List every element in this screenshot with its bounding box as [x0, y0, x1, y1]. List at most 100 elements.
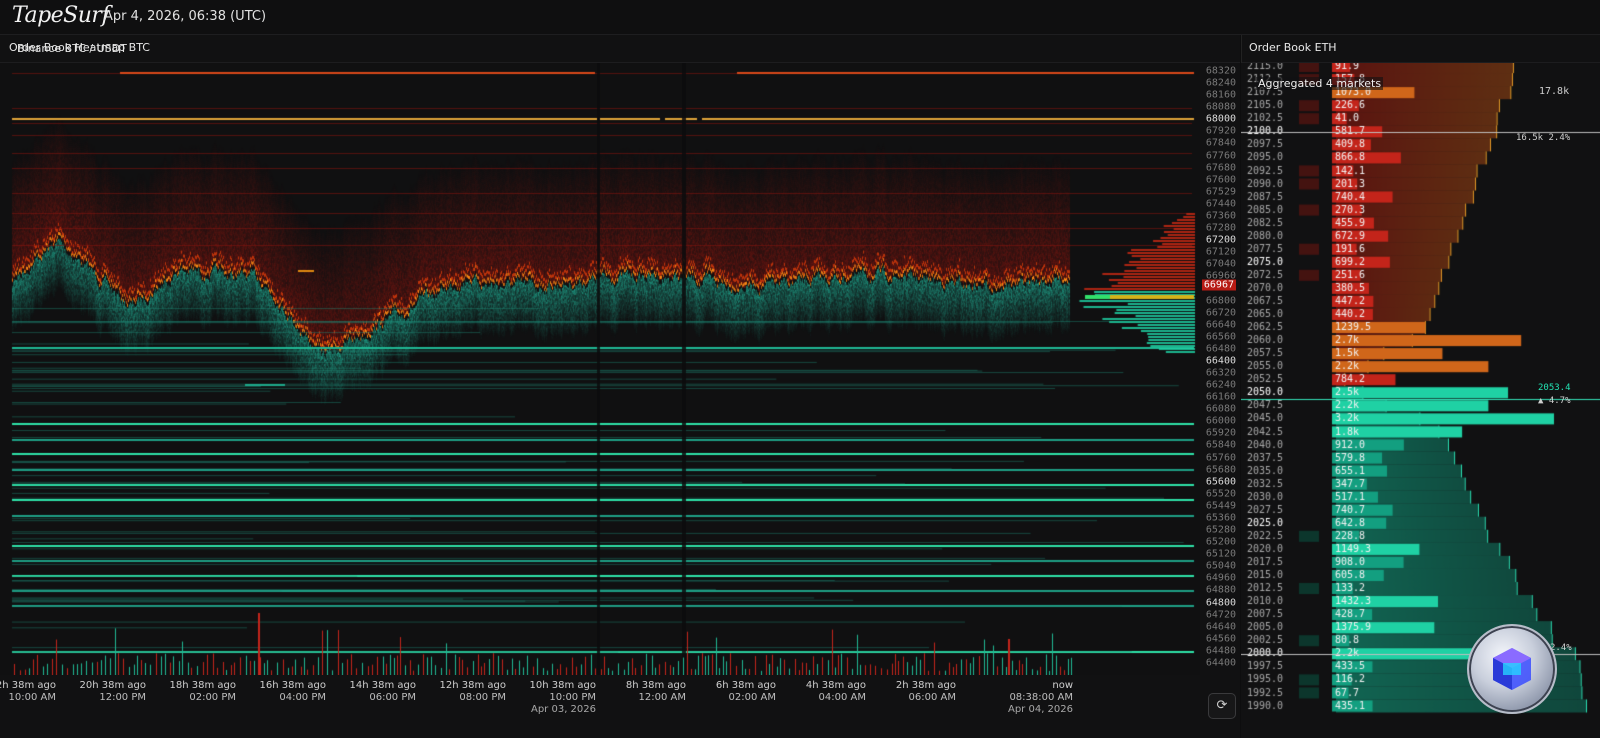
price-tick: 65120 — [1205, 548, 1236, 560]
price-tick: 64880 — [1205, 584, 1236, 596]
price-tick: 66480 — [1205, 343, 1236, 355]
price-tick: 65040 — [1205, 560, 1236, 572]
time-tick-ago: 2h 38m ago — [895, 680, 956, 691]
time-tick: 8h 38m ago 12:00 AM — [626, 680, 686, 704]
price-axis: 68320 68240 68160 68080 68000 67920 67840 67760… — [1200, 63, 1240, 675]
price-tick: 66800 — [1205, 295, 1236, 307]
time-tick-ago: 4h 38m ago — [805, 680, 866, 691]
time-tick-clock: 12:00 AM — [638, 692, 686, 703]
time-tick-ago: 14h 38m ago — [349, 680, 416, 691]
price-tick: 65920 — [1205, 427, 1236, 439]
time-tick-clock: 08:00 PM — [459, 692, 506, 703]
price-tick: 65200 — [1205, 536, 1236, 548]
time-tick-clock: 02:00 AM — [728, 692, 776, 703]
price-tick: 66400 — [1205, 355, 1236, 367]
time-tick: now 08:38:00 AM Apr 04, 2026 — [1008, 680, 1073, 716]
price-tick: 67280 — [1205, 222, 1236, 234]
price-tick: 64480 — [1205, 645, 1236, 657]
price-tick: 67680 — [1205, 162, 1236, 174]
price-tick: 68080 — [1205, 101, 1236, 113]
price-tick: 67360 — [1205, 210, 1236, 222]
time-tick-ago: 6h 38m ago — [715, 680, 776, 691]
time-tick: 12h 38m ago 08:00 PM — [440, 680, 506, 704]
time-tick: 4h 38m ago 04:00 AM — [806, 680, 866, 704]
time-tick-clock: 08:38:00 AM — [1009, 692, 1073, 703]
time-tick-ago: 8h 38m ago — [625, 680, 686, 691]
time-tick-ago: 20h 38m ago — [79, 680, 146, 691]
time-tick-clock: 04:00 PM — [279, 692, 326, 703]
price-tick: 66080 — [1205, 403, 1236, 415]
refresh-button[interactable]: ⟳ — [1208, 693, 1236, 719]
price-tick: 66000 — [1205, 415, 1236, 427]
time-tick-clock: 06:00 AM — [908, 692, 956, 703]
price-tick: 68000 — [1205, 113, 1236, 125]
price-tick: 65840 — [1205, 439, 1236, 451]
price-tick: 65360 — [1205, 512, 1236, 524]
price-tick: 66640 — [1205, 319, 1236, 331]
price-tick: 66240 — [1205, 379, 1236, 391]
aggregated-label: Aggregated 4 markets — [1256, 77, 1384, 90]
time-tick: 16h 38m ago 04:00 PM — [260, 680, 326, 704]
time-tick-date: Apr 03, 2026 — [530, 704, 596, 715]
time-tick-clock: 10:00 PM — [549, 692, 596, 703]
price-tick: 65520 — [1205, 488, 1236, 500]
price-tick: 64800 — [1205, 597, 1236, 609]
time-tick-clock: 02:00 PM — [189, 692, 236, 703]
refresh-icon: ⟳ — [1216, 698, 1228, 713]
cumulative-top-label: 17.8k — [1539, 86, 1570, 97]
price-tick: 64560 — [1205, 633, 1236, 645]
current-datetime: Apr 4, 2026, 06:38 (UTC) — [104, 9, 267, 24]
mid-price-label: 2053.4 — [1538, 383, 1571, 393]
price-tick: 67600 — [1205, 174, 1236, 186]
price-tick: 65449 — [1205, 500, 1236, 512]
price-tick: 67200 — [1205, 234, 1236, 246]
price-tick: 65760 — [1205, 452, 1236, 464]
time-tick-ago: 10h 38m ago — [529, 680, 596, 691]
current-price-tag: 66967 — [1201, 279, 1236, 291]
price-tick: 68320 — [1205, 65, 1236, 77]
price-tick: 64960 — [1205, 572, 1236, 584]
market-label: Binance BTC / USDT — [17, 42, 127, 55]
price-tick: 68160 — [1205, 89, 1236, 101]
time-tick-ago: 12h 38m ago — [439, 680, 506, 691]
price-tick: 64400 — [1205, 657, 1236, 669]
top-bar: TapeSurf Apr 4, 2026, 06:38 (UTC) — [0, 0, 1600, 35]
time-axis: 22h 38m ago10:00 AM 20h 38m ago12:00 PM 18… — [0, 680, 1200, 720]
time-tick: 22h 38m ago10:00 AM — [0, 680, 56, 704]
price-tick: 66160 — [1205, 391, 1236, 403]
time-tick-date: Apr 04, 2026 — [1007, 704, 1073, 715]
price-tick: 66320 — [1205, 367, 1236, 379]
time-tick-ago: 16h 38m ago — [259, 680, 326, 691]
time-tick-ago: 22h 38m ago — [0, 680, 56, 691]
price-tick: 67440 — [1205, 198, 1236, 210]
price-tick: 67920 — [1205, 125, 1236, 137]
price-tick: 67840 — [1205, 137, 1236, 149]
price-tick: 66720 — [1205, 307, 1236, 319]
spread-ask-note: 16.5k 2.4% — [1516, 133, 1571, 143]
time-tick-clock: 12:00 PM — [99, 692, 146, 703]
price-tick: 67120 — [1205, 246, 1236, 258]
price-tick: 65280 — [1205, 524, 1236, 536]
time-tick: 18h 38m ago 02:00 PM — [170, 680, 236, 704]
price-tick: 67529 — [1205, 186, 1236, 198]
mid-change-label: ▲ 4.7% — [1538, 396, 1571, 406]
price-tick: 65680 — [1205, 464, 1236, 476]
app-logo[interactable]: TapeSurf — [12, 3, 110, 28]
price-tick: 67760 — [1205, 150, 1236, 162]
user-avatar[interactable] — [1467, 624, 1557, 714]
time-tick-clock: 06:00 PM — [369, 692, 416, 703]
time-tick: 14h 38m ago 06:00 PM — [350, 680, 416, 704]
orderbook-heatmap-canvas[interactable] — [0, 63, 1200, 675]
time-tick: 2h 38m ago 06:00 AM — [896, 680, 956, 704]
time-tick: 20h 38m ago 12:00 PM — [80, 680, 146, 704]
time-tick-clock: 04:00 AM — [818, 692, 866, 703]
price-tick: 66560 — [1205, 331, 1236, 343]
price-tick: 67040 — [1205, 258, 1236, 270]
time-tick-ago: 18h 38m ago — [169, 680, 236, 691]
time-tick: 6h 38m ago 02:00 AM — [716, 680, 776, 704]
time-tick: 10h 38m ago 10:00 PM Apr 03, 2026 — [530, 680, 596, 716]
price-tick: 68240 — [1205, 77, 1236, 89]
price-tick: 65600 — [1205, 476, 1236, 488]
price-tick: 64720 — [1205, 609, 1236, 621]
cube-logo-icon — [1493, 648, 1531, 690]
